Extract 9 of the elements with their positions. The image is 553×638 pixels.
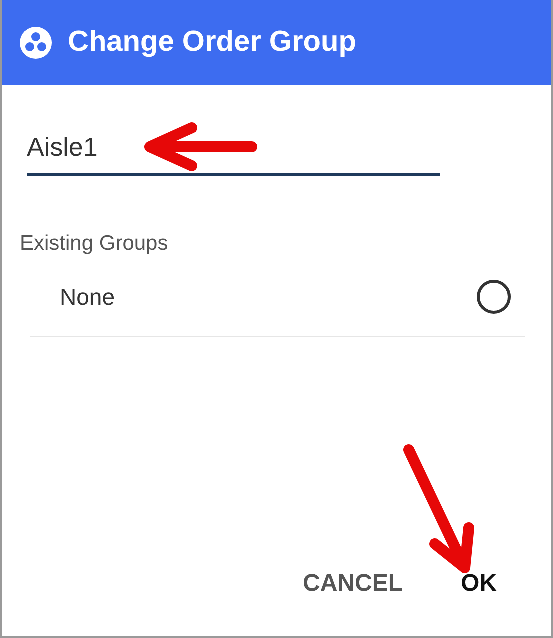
section-label: Existing Groups	[20, 231, 170, 257]
group-icon	[20, 26, 52, 58]
option-row[interactable]: None	[30, 280, 525, 337]
dialog-title: Change Order Group	[68, 24, 356, 60]
group-name-field[interactable]: Aisle1	[27, 128, 440, 176]
ok-button[interactable]: OK	[455, 562, 503, 606]
option-label: None	[60, 282, 115, 312]
cancel-button[interactable]: CANCEL	[297, 562, 409, 606]
radio-button[interactable]	[477, 280, 511, 314]
